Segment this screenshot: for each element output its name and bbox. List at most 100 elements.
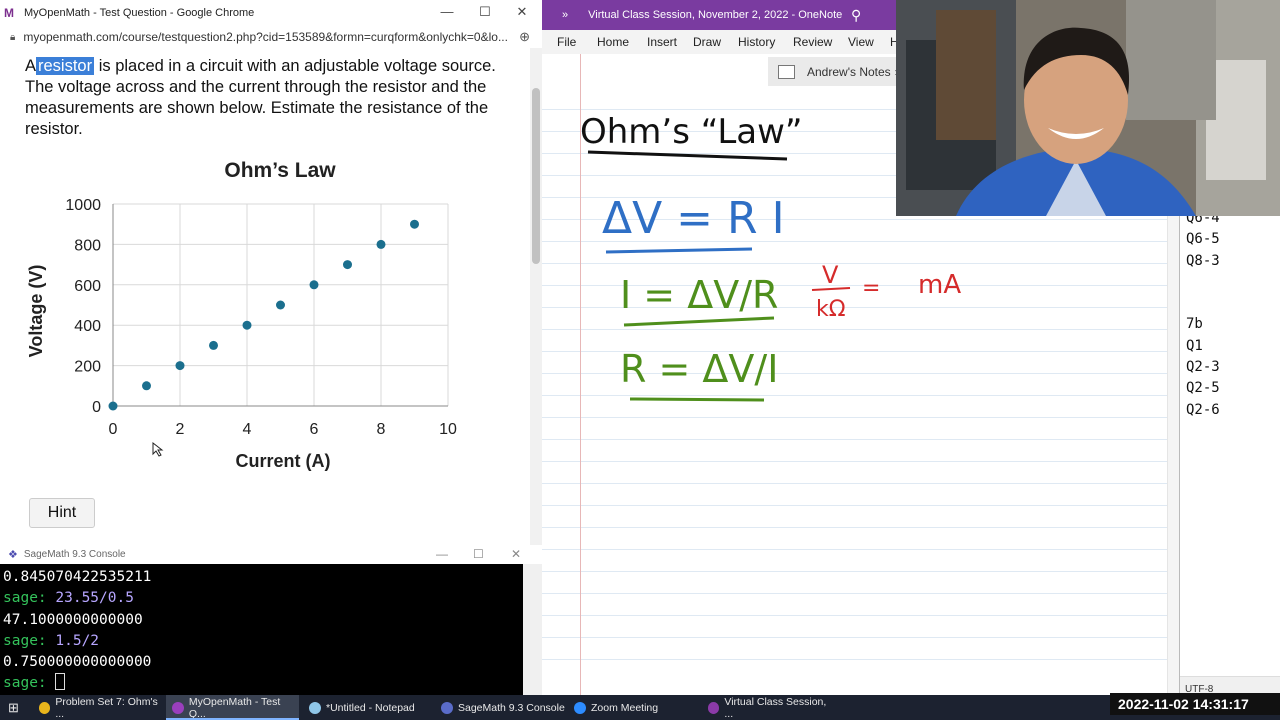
x-axis-label: Current (A) [236, 451, 331, 471]
sage-titlebar[interactable]: ❖ SageMath 9.3 Console — ☐ ✕ [0, 545, 542, 564]
close-icon[interactable]: ✕ [511, 547, 521, 561]
units-numerator-ink: V [822, 261, 839, 289]
scrollbar-thumb[interactable] [532, 88, 540, 264]
address-bar[interactable]: 🔒︎ myopenmath.com/course/testquestion2.p… [0, 26, 542, 48]
taskbar-item[interactable]: Zoom Meeting [568, 695, 698, 720]
ribbon-tab-review[interactable]: Review [793, 35, 832, 49]
hint-button[interactable]: Hint [29, 498, 95, 528]
x-tick-label: 0 [109, 421, 118, 438]
notepad-icon [309, 701, 321, 714]
page-margin-line [580, 54, 581, 695]
data-points [108, 219, 419, 411]
chrome-window: M MyOpenMath - Test Question - Google Ch… [0, 0, 542, 545]
start-button[interactable]: ⊞ [0, 695, 30, 720]
close-icon[interactable]: ✕ [512, 4, 532, 20]
data-point [209, 340, 218, 350]
y-tick-label: 600 [74, 278, 101, 295]
notepad-window[interactable]: Q6-4 Q6-5 Q8-3 7b Q1 Q2-3 Q2-5 Q2-6 UTF-8 [1179, 210, 1280, 695]
taskbar-item-label: Zoom Meeting [591, 701, 659, 714]
taskbar-item[interactable]: MyOpenMath - Test Q... [166, 695, 299, 720]
windows-taskbar: ⊞ Problem Set 7: Ohm's ... MyOpenMath - T… [0, 695, 1280, 720]
sage-command: 1.5/2 [55, 632, 100, 649]
myopenmath-icon: M [4, 6, 14, 20]
timestamp-overlay: 2022-11-02 14:31:17 [1110, 693, 1280, 715]
units-result-ink: mA [918, 270, 961, 300]
myopenmath-icon [172, 701, 184, 714]
taskbar-item-label: Virtual Class Session, ... [724, 695, 827, 720]
notepad-line: Q2-3 [1186, 359, 1220, 376]
x-tick-label: 6 [310, 421, 319, 438]
y-tick-labels: 0 200 400 600 800 1000 [65, 197, 101, 416]
x-tick-label: 8 [377, 421, 386, 438]
question-page: Aresistor is placed in a circuit with an… [0, 48, 530, 545]
search-icon[interactable]: ⚲ [851, 7, 861, 24]
y-tick-label: 800 [74, 237, 101, 254]
sage-prompt: sage: [3, 675, 56, 692]
data-point [242, 320, 252, 330]
onenote-icon [708, 701, 720, 714]
notepad-line: 7b [1186, 316, 1203, 333]
chrome-icon [39, 701, 51, 714]
page-scrollbar[interactable] [530, 48, 542, 545]
y-tick-label: 200 [74, 359, 101, 376]
notebook-icon [778, 64, 795, 79]
taskbar-item[interactable]: *Untitled - Notepad [303, 695, 431, 720]
underline-ink [587, 150, 788, 161]
maximize-icon[interactable]: ☐ [475, 4, 495, 20]
chrome-window-title: MyOpenMath - Test Question - Google Chro… [24, 7, 255, 19]
taskbar-item-label: *Untitled - Notepad [326, 701, 415, 714]
chrome-titlebar[interactable]: M MyOpenMath - Test Question - Google Ch… [0, 0, 542, 26]
x-tick-labels: 0 2 4 6 8 10 [109, 421, 457, 438]
chevron-right-icon[interactable]: » [562, 9, 568, 21]
data-point [309, 280, 319, 290]
fraction-bar-ink [811, 287, 851, 291]
console-output-line: 0.845070422535211 [3, 569, 152, 585]
y-axis-label: Voltage (V) [26, 265, 46, 358]
sage-scrollbar[interactable] [523, 564, 542, 695]
notepad-line: Q2-6 [1186, 401, 1220, 418]
chart-title: Ohm’s Law [224, 159, 336, 182]
x-tick-label: 2 [176, 421, 185, 438]
ribbon-tab-history[interactable]: History [738, 35, 775, 49]
x-tick-label: 4 [243, 421, 252, 438]
ohms-law-chart: Ohm’s Law 0 200 400 600 800 1000 0 2 4 6 8 10 Curr… [26, 159, 457, 471]
notepad-text[interactable]: Q6-4 Q6-5 Q8-3 7b Q1 Q2-3 Q2-5 Q2-6 [1186, 208, 1220, 421]
sagemath-icon: ❖ [8, 549, 18, 561]
ribbon-tab-draw[interactable]: Draw [693, 35, 721, 49]
taskbar-item-label: SageMath 9.3 Console [458, 701, 565, 714]
ribbon-tab-insert[interactable]: Insert [647, 35, 677, 49]
console-output-line: 0.750000000000000 [3, 654, 152, 671]
ribbon-tab-view[interactable]: View [848, 35, 874, 49]
units-denominator-ink: kΩ [816, 297, 846, 322]
sage-window-title: SageMath 9.3 Console [23, 549, 126, 560]
units-equals-ink: = [862, 276, 880, 301]
taskbar-item[interactable]: SageMath 9.3 Console [435, 695, 565, 720]
taskbar-item[interactable]: Virtual Class Session, ... [702, 695, 832, 720]
equation-delta-v-ink: ΔV = R I [602, 193, 785, 244]
sagemath-console-window: ❖ SageMath 9.3 Console — ☐ ✕ 0.845070422… [0, 545, 542, 695]
onenote-window-title: Virtual Class Session, November 2, 2022 … [588, 9, 843, 21]
text-cursor[interactable] [55, 673, 66, 691]
minimize-icon[interactable]: — [437, 4, 457, 19]
data-point [175, 361, 185, 371]
lock-icon: 🔒︎ [10, 31, 16, 43]
data-point [376, 239, 386, 249]
sage-terminal-output[interactable]: 0.845070422535211 sage: 23.55/0.5 47.10000… [3, 567, 151, 695]
notepad-line: Q1 [1186, 337, 1203, 354]
url-text[interactable]: myopenmath.com/course/testquestion2.php?… [23, 30, 508, 44]
y-tick-label: 0 [92, 399, 101, 416]
console-input-line: sage: 23.55/0.5 [3, 588, 151, 609]
underline-ink [605, 247, 753, 254]
taskbar-item[interactable]: Problem Set 7: Ohm's ... [33, 695, 163, 720]
ribbon-tab-file[interactable]: File [557, 35, 576, 49]
zoom-icon[interactable]: ⊕ [519, 29, 530, 45]
ribbon-tab-home[interactable]: Home [597, 35, 629, 49]
desktop: M MyOpenMath - Test Question - Google Ch… [0, 0, 1280, 720]
zoom-icon [574, 701, 586, 714]
maximize-icon[interactable]: ☐ [473, 547, 484, 561]
minimize-icon[interactable]: — [436, 547, 448, 561]
console-output-line: 47.1000000000000 [3, 611, 143, 628]
heading-ink: Ohm’s “Law” [580, 112, 803, 152]
data-point [343, 260, 352, 270]
highlighted-word: resistor [36, 57, 95, 75]
